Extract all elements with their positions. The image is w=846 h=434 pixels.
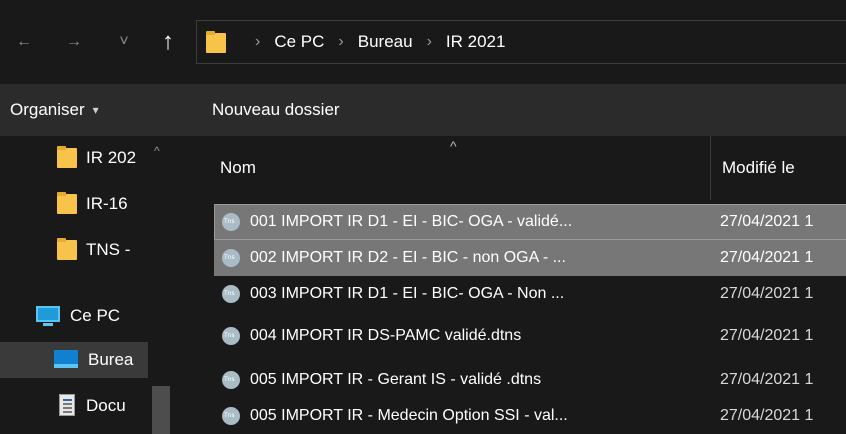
nav-item-ce-pc[interactable]: Ce PC xyxy=(36,298,148,334)
nav-item-tns[interactable]: TNS - xyxy=(56,232,148,268)
tns-file-icon xyxy=(222,285,240,303)
up-arrow-icon[interactable]: ↑ xyxy=(152,24,184,60)
file-date: 27/04/2021 1 xyxy=(720,371,814,388)
file-date: 27/04/2021 1 xyxy=(720,327,814,344)
tns-file-icon xyxy=(222,249,240,267)
breadcrumb-separator: › xyxy=(426,33,432,50)
address-bar[interactable]: › Ce PC › Bureau › IR 2021 xyxy=(196,20,846,64)
nav-item-bureau[interactable]: Burea xyxy=(0,342,148,378)
folder-icon xyxy=(205,31,229,53)
recent-locations-chevron-icon[interactable]: ˅ xyxy=(110,24,138,60)
documents-icon xyxy=(56,394,78,418)
navigation-pane: IR 202 IR-16 TNS - Ce PC Burea Docu ^ xyxy=(0,136,198,434)
nav-item-label: TNS - xyxy=(86,240,131,259)
file-name: 004 IMPORT IR DS-PAMC validé.dtns xyxy=(250,327,522,344)
file-list: ^ Nom Modifié le 001 IMPORT IR D1 - EI -… xyxy=(198,136,846,434)
column-header-name[interactable]: Nom xyxy=(220,136,256,200)
tns-file-icon xyxy=(222,371,240,389)
organize-button[interactable]: Organiser ▾ xyxy=(10,84,99,136)
column-header-modified[interactable]: Modifié le xyxy=(722,136,795,200)
tns-file-icon xyxy=(222,327,240,345)
file-name: 005 IMPORT IR - Medecin Option SSI - val… xyxy=(250,407,568,424)
file-date: 27/04/2021 1 xyxy=(720,249,814,266)
sort-ascending-icon: ^ xyxy=(450,138,457,154)
nav-item-ir-202[interactable]: IR 202 xyxy=(56,140,148,176)
tns-file-icon xyxy=(222,407,240,425)
scrollbar-thumb[interactable] xyxy=(152,386,170,434)
desktop-icon xyxy=(54,348,80,372)
table-row[interactable]: 002 IMPORT IR D2 - EI - BIC - non OGA - … xyxy=(214,240,846,276)
file-name: 003 IMPORT IR D1 - EI - BIC- OGA - Non .… xyxy=(250,285,565,302)
address-row: ← → ˅ ↑ › Ce PC › Bureau › IR 2021 xyxy=(0,0,846,84)
breadcrumb-ir-2021[interactable]: IR 2021 xyxy=(446,32,506,52)
nav-item-documents[interactable]: Docu xyxy=(56,388,148,424)
breadcrumb-separator: › xyxy=(338,33,344,50)
table-row[interactable]: 004 IMPORT IR DS-PAMC validé.dtns 27/04/… xyxy=(214,318,846,354)
folder-icon xyxy=(56,192,78,216)
scroll-up-arrow-icon[interactable]: ^ xyxy=(154,144,160,158)
chevron-down-icon: ▾ xyxy=(92,103,99,117)
nav-item-ir-16[interactable]: IR-16 xyxy=(56,186,148,222)
file-name: 005 IMPORT IR - Gerant IS - validé .dtns xyxy=(250,371,542,388)
new-folder-button[interactable]: Nouveau dossier xyxy=(212,84,340,136)
folder-icon xyxy=(56,146,78,170)
nav-item-label: IR 202 xyxy=(86,148,137,167)
file-name: 002 IMPORT IR D2 - EI - BIC - non OGA - … xyxy=(250,249,566,266)
nav-item-label: Docu xyxy=(86,396,126,415)
nav-item-label: Ce PC xyxy=(70,306,121,325)
nav-item-label: IR-16 xyxy=(86,194,128,213)
table-row[interactable]: 001 IMPORT IR D1 - EI - BIC- OGA - valid… xyxy=(214,204,846,240)
table-row[interactable]: 005 IMPORT IR - Medecin Option SSI - val… xyxy=(214,398,846,434)
breadcrumb-ce-pc[interactable]: Ce PC xyxy=(274,32,324,52)
command-bar: Organiser ▾ Nouveau dossier xyxy=(0,84,846,136)
table-row[interactable]: 003 IMPORT IR D1 - EI - BIC- OGA - Non .… xyxy=(214,276,846,312)
breadcrumb-bureau[interactable]: Bureau xyxy=(358,32,413,52)
file-date: 27/04/2021 1 xyxy=(720,407,814,424)
nav-item-label: Burea xyxy=(88,350,134,369)
table-row[interactable]: 005 IMPORT IR - Gerant IS - validé .dtns… xyxy=(214,362,846,398)
column-divider[interactable] xyxy=(710,136,711,200)
nav-scrollbar[interactable]: ^ xyxy=(148,136,174,434)
file-date: 27/04/2021 1 xyxy=(720,285,814,302)
organize-label: Organiser xyxy=(10,100,85,119)
forward-arrow-icon[interactable]: → xyxy=(58,24,90,60)
back-arrow-icon[interactable]: ← xyxy=(8,24,40,60)
breadcrumb-separator: › xyxy=(255,33,261,50)
monitor-icon xyxy=(36,304,62,328)
folder-icon xyxy=(56,238,78,262)
